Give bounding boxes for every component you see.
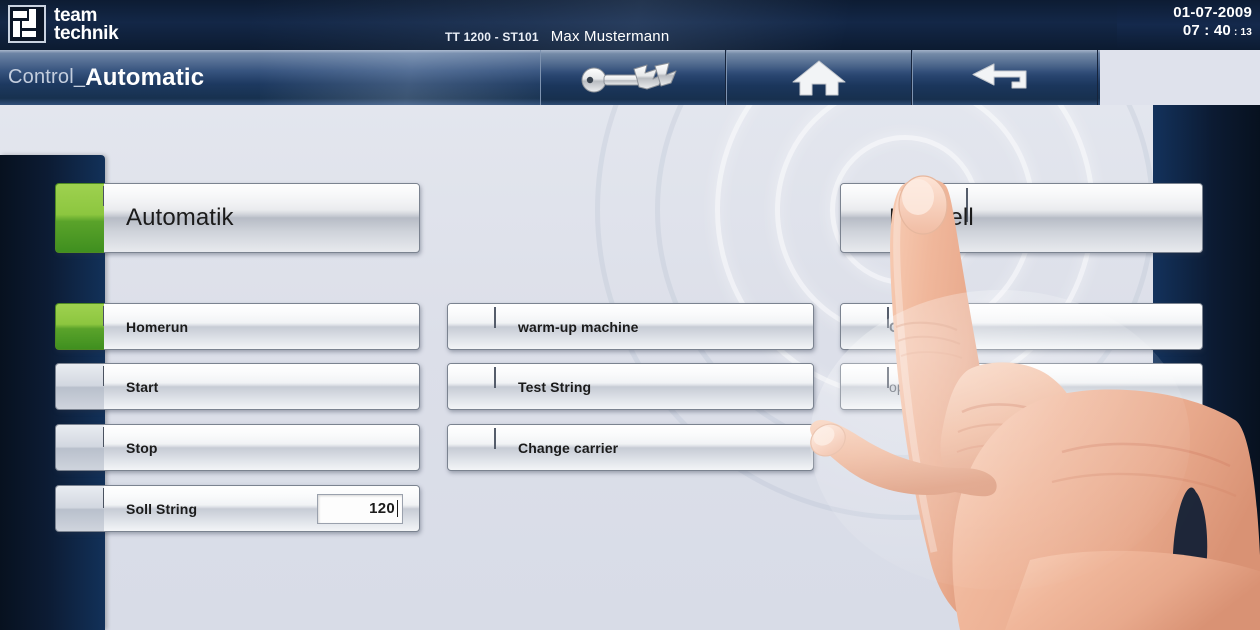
button-face: Change carrier <box>447 424 814 471</box>
button-label: warm-up machine <box>518 318 639 335</box>
button-face: Manuell <box>840 183 1203 253</box>
button-face: Co <box>840 303 1203 350</box>
clock-time: 07 : 40 : 13 <box>1182 22 1252 39</box>
button-homerun[interactable]: Homerun <box>55 303 420 350</box>
home-button[interactable] <box>726 50 912 105</box>
button-test-string[interactable]: Test String <box>447 363 814 410</box>
status-indicator <box>55 485 105 532</box>
header-button-manuell[interactable]: Manuell <box>840 183 1203 253</box>
text-caret <box>397 500 398 517</box>
key-icon <box>581 62 677 92</box>
user-name: Max Mustermann <box>550 28 670 45</box>
button-right-open-safety[interactable]: ope fet <box>840 363 1203 410</box>
status-indicator <box>55 424 105 471</box>
button-face: ope fet <box>840 363 1203 410</box>
button-face: Stop <box>104 424 420 471</box>
clock-time-seconds: 13 <box>1240 27 1252 38</box>
button-label: Test String <box>518 378 592 395</box>
page-title: Control_ Automatic <box>0 50 540 105</box>
content-area: Automatik Homerun Start Stop Soll String… <box>0 105 1260 630</box>
back-button[interactable] <box>912 50 1098 105</box>
button-face: warm-up machine <box>447 303 814 350</box>
button-label: Start <box>126 378 159 395</box>
soll-string-value: 120 <box>369 500 395 517</box>
status-indicator <box>55 183 105 253</box>
back-arrow-icon <box>972 63 1027 88</box>
machine-info: TT 1200 - ST101 Max Mustermann <box>445 28 669 45</box>
button-right-co[interactable]: Co <box>840 303 1203 350</box>
clock-date: 01-07-2009 <box>1173 4 1252 21</box>
navigation-bar: Control_ Automatic <box>0 50 1100 105</box>
button-label: Manuell <box>889 204 974 231</box>
login-key-button[interactable] <box>540 50 726 105</box>
home-icon <box>792 60 846 95</box>
button-face: Test String <box>447 363 814 410</box>
status-indicator <box>55 363 105 410</box>
machine-id: TT 1200 - ST101 <box>445 30 539 44</box>
page-title-main: Automatic <box>85 63 205 91</box>
teamtechnik-logo-icon <box>8 5 46 43</box>
button-face: Automatik <box>104 183 420 253</box>
page-title-prefix: Control_ <box>8 66 86 88</box>
clock-time-hm: 07 : 40 <box>1182 22 1231 39</box>
button-face: Soll String 120 <box>104 485 420 532</box>
brand-line-2: technik <box>54 22 119 44</box>
clock-display: 01-07-2009 07 : 40 : 13 <box>1117 0 1260 50</box>
status-indicator <box>55 303 105 350</box>
soll-string-input[interactable]: 120 <box>317 493 403 524</box>
brand-logo-group: team technik <box>8 4 119 44</box>
button-label: Automatik <box>126 204 234 231</box>
button-label: Homerun <box>126 318 189 335</box>
brand-name: team technik <box>54 4 119 44</box>
button-label: Change carrier <box>518 439 619 456</box>
brand-line-1: team <box>54 4 98 26</box>
hmi-screen: Automatik Homerun Start Stop Soll String… <box>0 0 1260 630</box>
button-change-carrier[interactable]: Change carrier <box>447 424 814 471</box>
button-label: Co <box>889 318 908 335</box>
header-button-automatik[interactable]: Automatik <box>55 183 420 253</box>
top-brand-bar: team technik TT 1200 - ST101 Max Musterm… <box>0 0 1260 50</box>
button-label: ope fet <box>889 378 989 395</box>
button-soll-string[interactable]: Soll String 120 <box>55 485 420 532</box>
button-face: Start <box>104 363 420 410</box>
button-grid: Automatik Homerun Start Stop Soll String… <box>0 105 1260 630</box>
button-warm-up-machine[interactable]: warm-up machine <box>447 303 814 350</box>
button-stop[interactable]: Stop <box>55 424 420 471</box>
button-face: Homerun <box>104 303 420 350</box>
button-label: Stop <box>126 439 158 456</box>
button-start[interactable]: Start <box>55 363 420 410</box>
button-label: Soll String <box>126 500 198 517</box>
